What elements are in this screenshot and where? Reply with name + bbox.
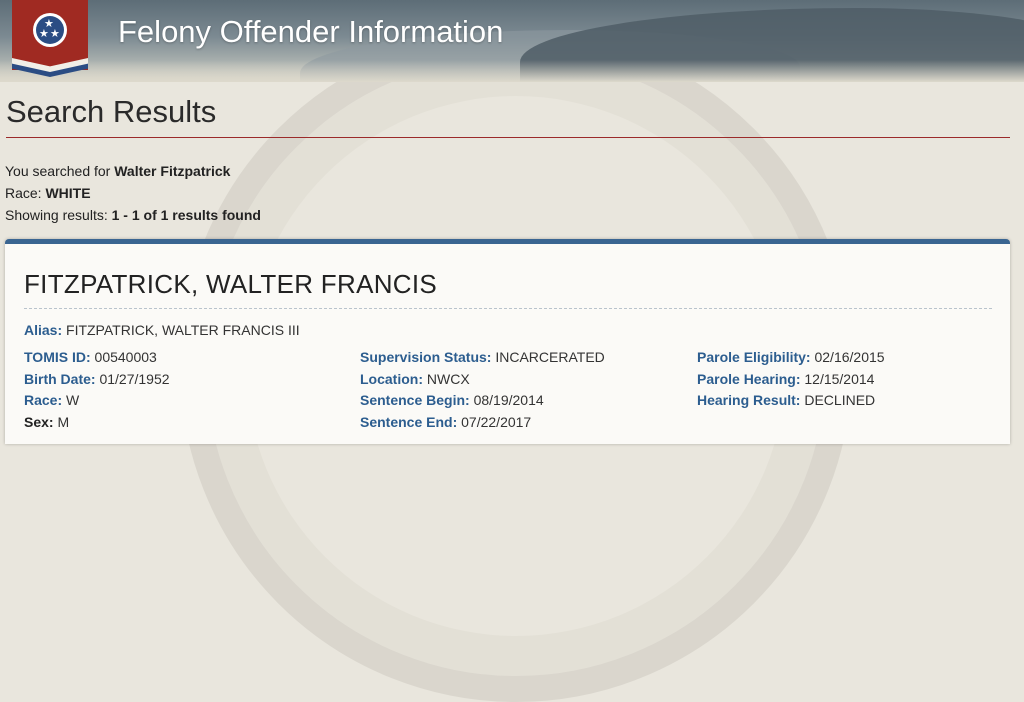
result-card: FITZPATRICK, WALTER FRANCIS Alias: FITZP…	[5, 239, 1010, 444]
hearing-result-row: Hearing Result: DECLINED	[697, 392, 876, 408]
race-row: Race: W	[24, 392, 80, 408]
offender-name[interactable]: FITZPATRICK, WALTER FRANCIS	[24, 269, 437, 300]
title-divider	[6, 137, 1010, 138]
location-row: Location: NWCX	[360, 371, 470, 387]
searched-name: Walter Fitzpatrick	[114, 163, 231, 179]
parole-hearing-row: Parole Hearing: 12/15/2014	[697, 371, 875, 387]
alias-value: FITZPATRICK, WALTER FRANCIS III	[66, 322, 300, 338]
sentence-begin-row: Sentence Begin: 08/19/2014	[360, 392, 544, 408]
alias-label: Alias:	[24, 322, 63, 338]
tennessee-tristar-icon[interactable]: ★ ★ ★	[12, 0, 88, 77]
sentence-end-row: Sentence End: 07/22/2017	[360, 414, 532, 430]
site-title[interactable]: Felony Offender Information	[118, 14, 503, 50]
search-summary: You searched for Walter Fitzpatrick Race…	[5, 160, 261, 226]
results-count: 1 - 1 of 1 results found	[111, 207, 261, 223]
showing-results-line: Showing results: 1 - 1 of 1 results foun…	[5, 207, 261, 223]
name-divider	[24, 308, 992, 309]
race-value: WHITE	[45, 185, 91, 201]
star-icon: ★	[39, 28, 49, 40]
page-title: Search Results	[6, 94, 217, 129]
birth-date-row: Birth Date: 01/27/1952	[24, 371, 170, 387]
race-line: Race: WHITE	[5, 185, 91, 201]
tomis-id-row: TOMIS ID: 00540003	[24, 349, 157, 365]
alias-row: Alias: FITZPATRICK, WALTER FRANCIS III	[24, 322, 300, 338]
parole-eligibility-row: Parole Eligibility: 02/16/2015	[697, 349, 885, 365]
supervision-status-row: Supervision Status: INCARCERATED	[360, 349, 605, 365]
sex-row: Sex: M	[24, 414, 70, 430]
searched-for-line: You searched for Walter Fitzpatrick	[5, 163, 231, 179]
site-header: ★ ★ ★ Felony Offender Information	[0, 0, 1024, 82]
star-icon: ★	[50, 28, 60, 40]
